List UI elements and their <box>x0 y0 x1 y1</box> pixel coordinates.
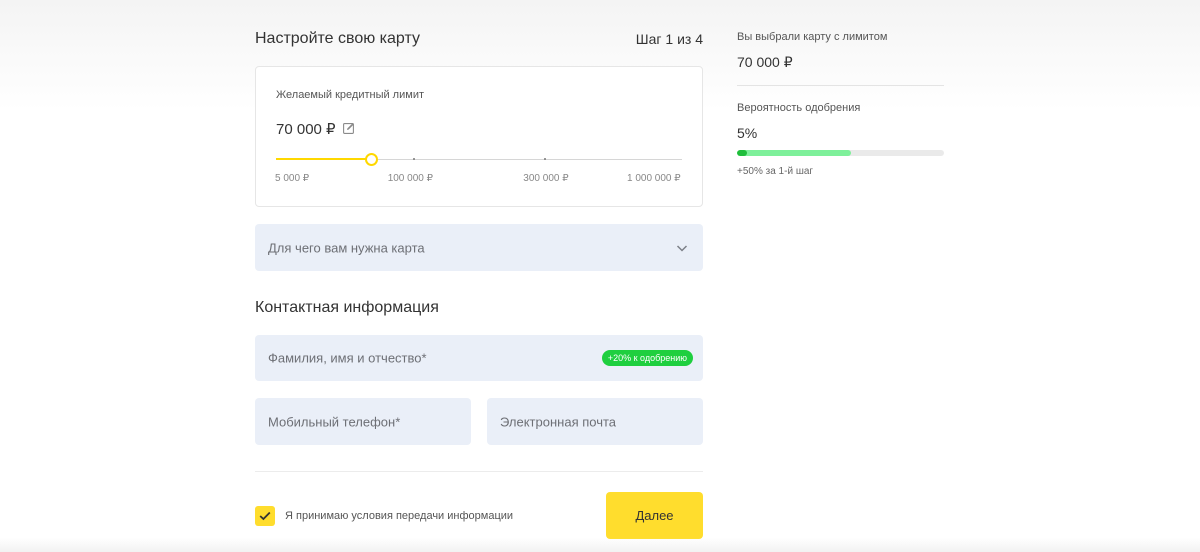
edit-icon[interactable] <box>343 122 355 134</box>
form-divider <box>255 471 703 472</box>
approval-probability-bar <box>737 150 944 156</box>
approval-probability-label: Вероятность одобрения <box>737 102 861 114</box>
slider-fill <box>276 158 372 160</box>
approval-bonus-badge: +20% к одобрению <box>601 350 693 366</box>
step-indicator: Шаг 1 из 4 <box>635 31 703 47</box>
credit-limit-value[interactable]: 70 000 ₽ <box>276 120 336 138</box>
check-icon <box>259 511 271 521</box>
credit-limit-slider[interactable] <box>276 153 682 167</box>
summary-limit-label: Вы выбрали карту с лимитом <box>737 31 888 43</box>
contact-section-title: Контактная информация <box>255 299 439 316</box>
card-purpose-placeholder: Для чего вам нужна карта <box>268 240 425 255</box>
credit-limit-card: Желаемый кредитный лимит 70 000 ₽ <box>255 66 703 207</box>
card-purpose-select[interactable]: Для чего вам нужна карта <box>255 224 703 271</box>
credit-limit-label: Желаемый кредитный лимит <box>276 89 424 101</box>
slider-tick <box>544 158 546 160</box>
slider-tick-label: 1 000 000 ₽ <box>627 173 681 184</box>
consent-label: Я принимаю условия передачи информации <box>285 510 514 522</box>
card-setup-form: Настройте свою карту Шаг 1 из 4 Желаемый… <box>255 0 703 552</box>
full-name-placeholder: Фамилия, имя и отчество* <box>268 350 427 366</box>
summary-limit-value: 70 000 ₽ <box>737 54 793 70</box>
approval-bonus-note: +50% за 1-й шаг <box>737 166 814 177</box>
approval-bonus-fill <box>737 150 851 156</box>
slider-tick-labels: 5 000 ₽ 100 000 ₽ 300 000 ₽ 1 000 000 ₽ <box>275 173 681 185</box>
summary-panel: Вы выбрали карту с лимитом 70 000 ₽ Веро… <box>737 0 944 260</box>
approval-current-fill <box>737 150 748 156</box>
email-input[interactable]: Электронная почта <box>487 398 703 445</box>
chevron-down-icon <box>676 244 688 252</box>
phone-placeholder: Мобильный телефон* <box>268 414 401 429</box>
slider-tick-label: 100 000 ₽ <box>387 173 433 184</box>
next-button[interactable]: Далее <box>606 492 703 539</box>
slider-thumb[interactable] <box>365 153 379 166</box>
summary-divider <box>737 85 944 86</box>
approval-probability-value: 5% <box>737 125 758 141</box>
phone-input[interactable]: Мобильный телефон* <box>255 398 471 445</box>
slider-tick <box>413 158 415 160</box>
bottom-shade <box>0 538 1200 552</box>
full-name-input[interactable]: Фамилия, имя и отчество* +20% к одобрени… <box>255 335 703 381</box>
slider-tick-label: 300 000 ₽ <box>523 173 569 184</box>
slider-tick-label: 5 000 ₽ <box>275 173 310 184</box>
consent-checkbox[interactable] <box>255 506 275 526</box>
email-placeholder: Электронная почта <box>500 414 617 429</box>
page-title: Настройте свою карту <box>255 30 420 47</box>
